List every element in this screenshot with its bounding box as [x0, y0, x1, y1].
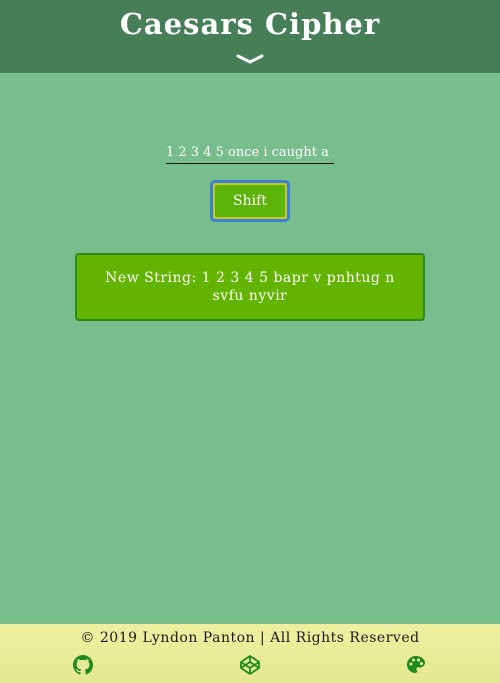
cipher-input[interactable] — [166, 142, 334, 163]
page-title: Caesars Cipher — [119, 7, 381, 41]
shift-button[interactable]: Shift — [210, 180, 290, 222]
chevron-down-icon[interactable] — [235, 52, 265, 66]
cipher-input-wrapper — [166, 141, 334, 164]
shift-button-label: Shift — [215, 185, 285, 217]
result-output: New String: 1 2 3 4 5 bapr v pnhtug n sv… — [75, 253, 425, 321]
page-header: Caesars Cipher — [0, 0, 500, 73]
codepen-icon[interactable] — [240, 655, 260, 675]
github-icon[interactable] — [73, 655, 93, 675]
page-footer: © 2019 Lyndon Panton | All Rights Reserv… — [0, 624, 500, 683]
palette-icon[interactable] — [406, 655, 426, 675]
copyright-text: © 2019 Lyndon Panton | All Rights Reserv… — [80, 630, 420, 646]
